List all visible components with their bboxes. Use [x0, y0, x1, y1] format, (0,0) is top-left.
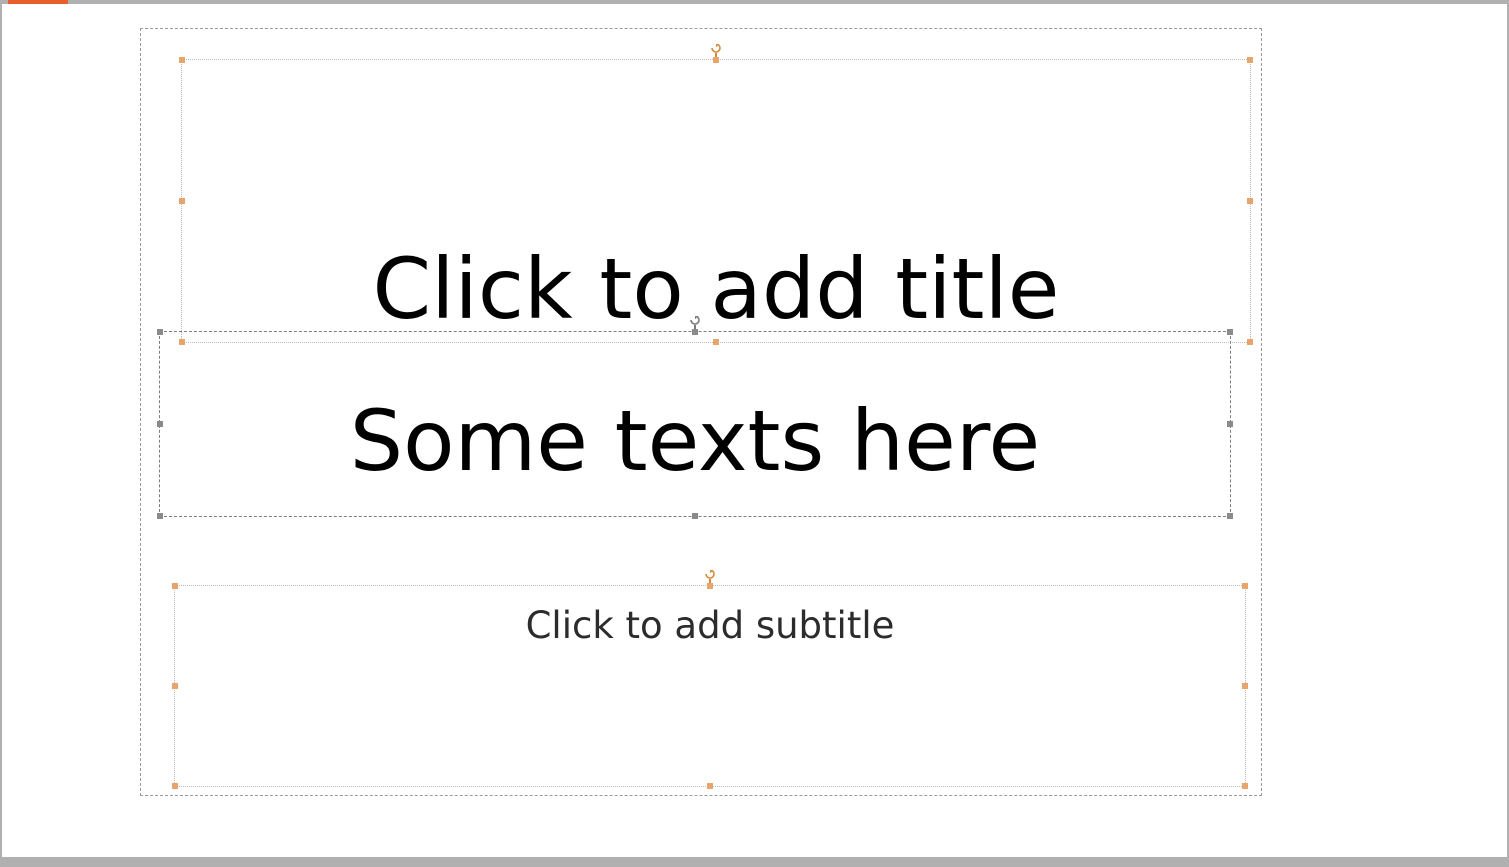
resize-handle[interactable]	[179, 57, 185, 63]
slide-edit-workspace[interactable]: Click to add title Some texts here	[2, 4, 1507, 857]
resize-handle[interactable]	[1247, 57, 1253, 63]
resize-handle[interactable]	[172, 783, 178, 789]
resize-handle[interactable]	[1242, 683, 1248, 689]
resize-handle[interactable]	[179, 198, 185, 204]
slide-canvas[interactable]: Click to add title Some texts here	[140, 28, 1262, 796]
rotate-handle-icon[interactable]	[690, 316, 700, 330]
textbox-selected[interactable]: Some texts here	[159, 331, 1231, 517]
subtitle-placeholder-text[interactable]: Click to add subtitle	[175, 604, 1245, 647]
resize-handle[interactable]	[1227, 513, 1233, 519]
resize-handle[interactable]	[707, 783, 713, 789]
resize-handle[interactable]	[157, 329, 163, 335]
title-placeholder[interactable]: Click to add title	[181, 59, 1251, 343]
resize-handle[interactable]	[172, 683, 178, 689]
rotate-handle-icon[interactable]	[705, 570, 715, 584]
resize-handle[interactable]	[1247, 339, 1253, 345]
resize-handle[interactable]	[713, 57, 719, 63]
resize-handle[interactable]	[692, 513, 698, 519]
resize-handle[interactable]	[157, 513, 163, 519]
resize-handle[interactable]	[1242, 783, 1248, 789]
resize-handle[interactable]	[172, 583, 178, 589]
resize-handle[interactable]	[692, 329, 698, 335]
rotate-handle-icon[interactable]	[711, 44, 721, 58]
resize-handle[interactable]	[1247, 198, 1253, 204]
subtitle-placeholder[interactable]: Click to add subtitle	[174, 585, 1246, 787]
resize-handle[interactable]	[1242, 583, 1248, 589]
title-placeholder-text[interactable]: Click to add title	[182, 240, 1250, 338]
resize-handle[interactable]	[1227, 329, 1233, 335]
resize-handle[interactable]	[707, 583, 713, 589]
textbox-text[interactable]: Some texts here	[160, 392, 1230, 490]
